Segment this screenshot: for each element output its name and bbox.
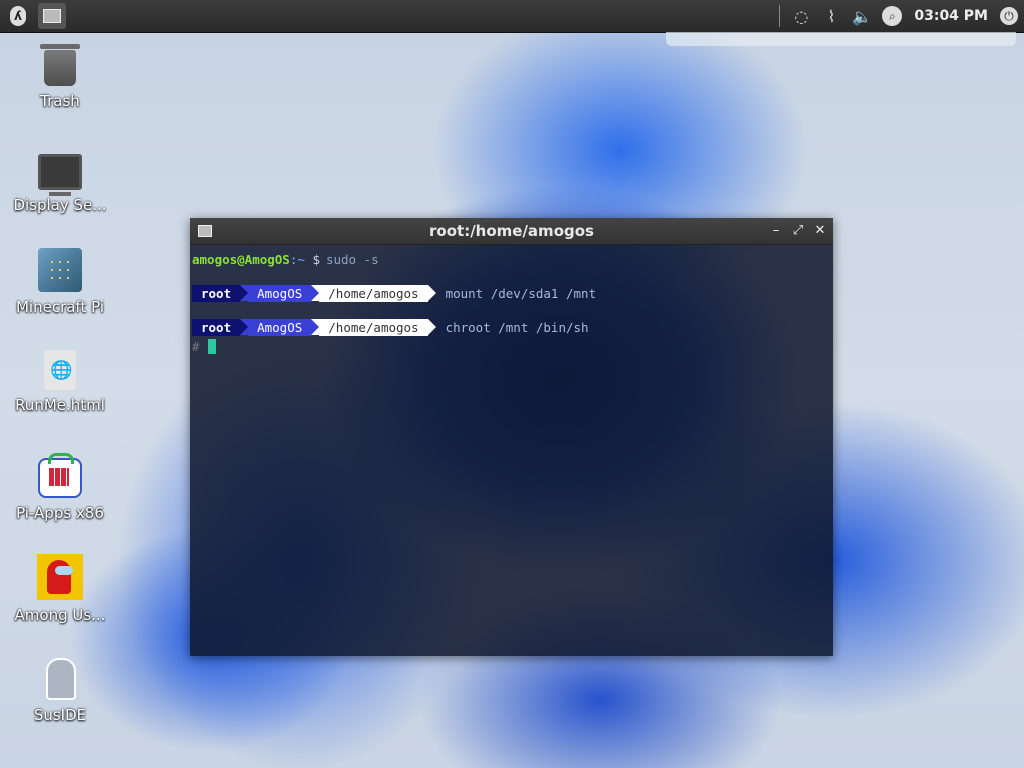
loading-icon[interactable]: ◌: [792, 7, 810, 26]
volume-icon[interactable]: 🔈: [852, 7, 872, 26]
command-text: sudo -s: [325, 251, 379, 267]
html-file-icon: [44, 350, 76, 390]
terminal-line: root AmogOS/home/amogos chroot /mnt /bin/s…: [192, 317, 831, 337]
terminal-window[interactable]: root:/home/amogos – ⤢ ✕ amogos@AmogOS:~ …: [190, 218, 833, 656]
desktop-icon-trash[interactable]: Trash: [0, 44, 120, 110]
prompt-segment-host: AmogOS: [248, 318, 312, 336]
prompt-separator: [427, 319, 436, 335]
desktop-icon-among-us[interactable]: Among Us...: [0, 554, 120, 624]
panel-launchers: ʎ: [4, 3, 66, 29]
prompt-separator: [427, 285, 436, 301]
prompt-separator: [311, 319, 320, 335]
app-menu-button[interactable]: ʎ: [4, 3, 32, 29]
terminal-icon: [43, 9, 61, 23]
terminal-line: amogos@AmogOS:~ $ sudo -s: [192, 249, 831, 269]
desktop-icon-label: Minecraft Pi: [15, 298, 104, 316]
user-host: amogos@AmogOS: [192, 251, 290, 267]
command-text: chroot /mnt /bin/sh: [445, 319, 589, 335]
prompt-symbol: $: [312, 251, 320, 267]
text-cursor: [207, 338, 216, 354]
terminal-line: #: [192, 337, 831, 355]
prompt-separator: [240, 285, 249, 301]
prompt-separator: [240, 319, 249, 335]
shell-prompt: #: [192, 338, 200, 354]
desktop-icon-label: RunMe.html: [15, 396, 105, 414]
minimize-icon[interactable]: –: [769, 221, 783, 241]
window-controls: – ⤢ ✕: [769, 221, 827, 241]
desktop-icon-minecraft-pi[interactable]: Minecraft Pi: [0, 248, 120, 316]
terminal-line: root AmogOS/home/amogos mount /dev/sda1 /m…: [192, 283, 831, 303]
distro-logo-icon: ʎ: [10, 6, 26, 26]
suside-icon: [38, 656, 82, 700]
command-text: mount /dev/sda1 /mnt: [445, 285, 597, 301]
prompt-segment-dir: /home/amogos: [319, 284, 428, 302]
trash-icon: [40, 44, 80, 86]
pi-apps-icon: [38, 453, 82, 498]
close-icon[interactable]: ✕: [813, 221, 827, 241]
desktop-icon-label: Among Us...: [14, 606, 106, 624]
desktop-icon-suside[interactable]: SusIDE: [0, 656, 120, 724]
desktop-icon-label: SusIDE: [33, 706, 87, 724]
taskbar-terminal-button[interactable]: [38, 3, 66, 29]
prompt-segment-host: AmogOS: [248, 284, 312, 302]
desktop-icon-label: Pi-Apps x86: [16, 504, 104, 522]
desktop-icon-pi-apps[interactable]: Pi-Apps x86: [0, 452, 120, 522]
window-titlebar[interactable]: root:/home/amogos – ⤢ ✕: [190, 218, 833, 245]
prompt-segment-user: root: [192, 284, 241, 302]
monitor-icon: [38, 154, 82, 196]
desktop-icon-label: Trash: [40, 92, 80, 110]
desktop-icon-label: Display Se...: [13, 196, 107, 214]
paperclip-icon[interactable]: ⌇: [822, 7, 840, 26]
desktop-icon-runme[interactable]: RunMe.html: [0, 350, 120, 414]
among-us-icon: [37, 554, 83, 600]
prompt-separator: [311, 285, 320, 301]
prompt-segment-user: root: [192, 318, 241, 336]
top-panel: ʎ ◌ ⌇ 🔈 ⌕ 03:04 PM ⏻: [0, 0, 1024, 33]
desktop-icon-display-settings[interactable]: Display Se...: [0, 146, 120, 214]
minecraft-block-icon: [38, 248, 82, 292]
prompt-segment-dir: /home/amogos: [319, 318, 428, 336]
power-icon[interactable]: ⏻: [1000, 7, 1018, 25]
cwd: :~: [289, 251, 305, 267]
terminal-output[interactable]: amogos@AmogOS:~ $ sudo -s root AmogOS/home…: [190, 245, 833, 359]
tray-separator: [779, 5, 781, 27]
window-title: root:/home/amogos: [429, 222, 594, 240]
hidden-dock: [666, 32, 1016, 46]
maximize-icon[interactable]: ⤢: [791, 221, 805, 241]
panel-clock[interactable]: 03:04 PM: [914, 8, 988, 24]
system-tray: ◌ ⌇ 🔈 ⌕ 03:04 PM ⏻: [779, 3, 1018, 29]
search-icon[interactable]: ⌕: [882, 6, 903, 26]
